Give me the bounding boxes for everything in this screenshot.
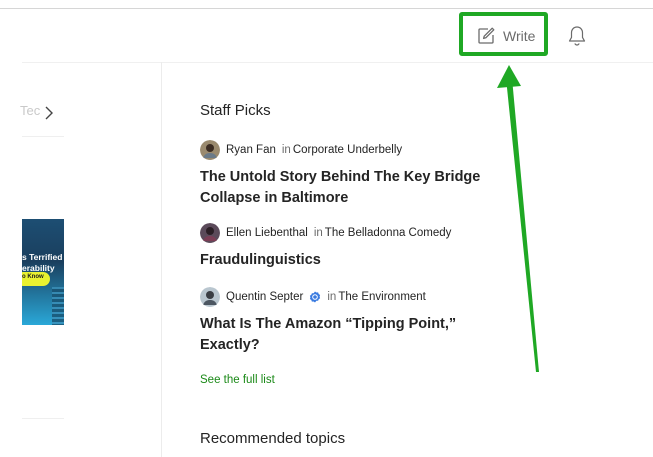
- topic-tab-partial[interactable]: Tec: [20, 103, 40, 118]
- left-divider: [22, 136, 64, 137]
- write-icon: [478, 27, 495, 44]
- top-rule: [0, 8, 653, 9]
- bell-icon[interactable]: [566, 24, 588, 48]
- thumbnail-pill-text: o Know: [22, 274, 44, 280]
- chevron-right-icon[interactable]: [44, 106, 54, 120]
- avatar[interactable]: [200, 140, 220, 160]
- article-thumbnail[interactable]: s Terrified erability o Know: [22, 219, 64, 325]
- recommended-topics-title: Recommended topics: [200, 430, 346, 447]
- publication-name[interactable]: The Belladonna Comedy: [325, 227, 452, 239]
- write-label: Write: [503, 28, 536, 44]
- author-name[interactable]: Ryan Fan: [226, 144, 276, 156]
- verified-badge-icon: [310, 291, 321, 303]
- author-name[interactable]: Quentin Septer: [226, 291, 303, 303]
- in-label: in: [313, 227, 323, 239]
- publication-name[interactable]: Corporate Underbelly: [293, 144, 402, 156]
- thumbnail-pattern: [52, 287, 64, 325]
- in-label: in: [281, 144, 291, 156]
- publication-name[interactable]: The Environment: [338, 291, 426, 303]
- list-item-author-row: Ellen Liebenthal in The Belladonna Comed…: [200, 223, 451, 243]
- article-title[interactable]: Fraudulinguistics: [200, 250, 520, 271]
- article-title[interactable]: The Untold Story Behind The Key Bridge C…: [200, 167, 520, 209]
- column-divider: [161, 62, 162, 457]
- in-label: in: [327, 291, 337, 303]
- left-divider-bottom: [22, 418, 64, 419]
- author-name[interactable]: Ellen Liebenthal: [226, 227, 308, 239]
- list-item-author-row: Quentin Septer in The Environment: [200, 287, 426, 307]
- staff-picks-title: Staff Picks: [200, 102, 271, 119]
- write-button[interactable]: Write: [464, 18, 540, 54]
- see-full-list-link[interactable]: See the full list: [200, 374, 275, 386]
- list-item-author-row: Ryan Fan in Corporate Underbelly: [200, 140, 402, 160]
- avatar[interactable]: [200, 223, 220, 243]
- thumbnail-text-1: s Terrified: [22, 252, 63, 262]
- article-title[interactable]: What Is The Amazon “Tipping Point,” Exac…: [200, 314, 490, 356]
- avatar[interactable]: [200, 287, 220, 307]
- header-border: [22, 62, 653, 63]
